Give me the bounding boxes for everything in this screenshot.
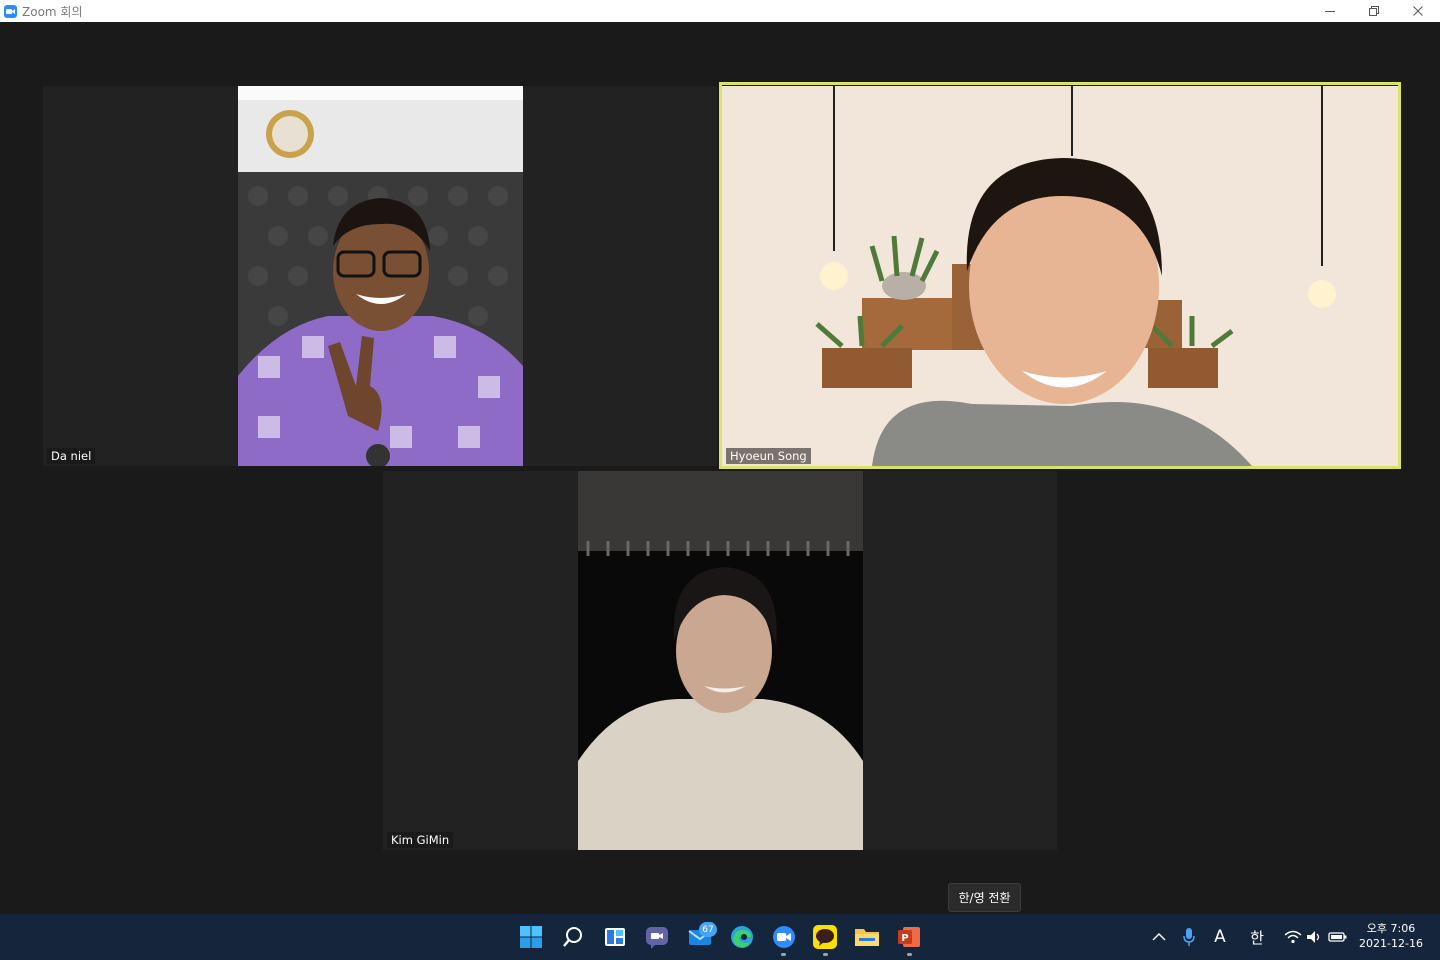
participant-tile-kim-gimin[interactable]: Kim GiMin [383,471,1057,850]
ime-language-indicator[interactable]: 한 [1246,926,1268,948]
close-button[interactable] [1396,0,1440,22]
kakaotalk-running-indicator [823,953,828,956]
window-title: Zoom 회의 [22,4,83,19]
battery-icon[interactable] [1328,926,1348,948]
participant-name-label: Kim GiMin [387,832,454,848]
wifi-icon[interactable] [1284,926,1302,948]
file-explorer-icon[interactable] [853,923,881,951]
windows-start-icon[interactable] [517,923,545,951]
edge-browser-icon[interactable] [728,923,756,951]
zoom-taskbar-icon[interactable] [770,923,798,951]
active-speaker-border [719,82,1401,469]
widgets-icon[interactable] [601,923,629,951]
title-bar: Zoom 회의 [0,0,1440,22]
ime-mode-indicator[interactable]: A [1209,926,1231,948]
clock-date: 2021-12-16 [1359,937,1423,950]
mail-unread-badge: 67 [699,922,717,937]
participant-video [238,86,523,466]
ime-switch-tooltip: 한/영 전환 [948,883,1021,912]
volume-icon[interactable] [1306,926,1324,948]
participant-video [578,471,863,850]
powerpoint-running-indicator [907,953,912,956]
restore-button[interactable] [1352,0,1396,22]
minimize-button[interactable] [1308,0,1352,22]
zoom-running-indicator [781,953,786,956]
participant-tile-daniel[interactable]: Da niel [43,86,717,466]
system-clock[interactable]: 오후 7:06 2021-12-16 [1352,921,1430,951]
zoom-logo-icon [4,4,17,18]
svg-text:P: P [901,933,908,944]
microphone-icon[interactable] [1180,926,1198,948]
powerpoint-icon[interactable]: P [895,923,923,951]
participant-name-label: Da niel [47,448,96,464]
clock-time: 오후 7:06 [1366,922,1416,935]
show-hidden-icons-chevron-up-icon[interactable] [1150,926,1168,948]
search-icon[interactable] [559,923,587,951]
kakaotalk-icon[interactable] [811,923,839,951]
teams-chat-icon[interactable] [643,923,671,951]
